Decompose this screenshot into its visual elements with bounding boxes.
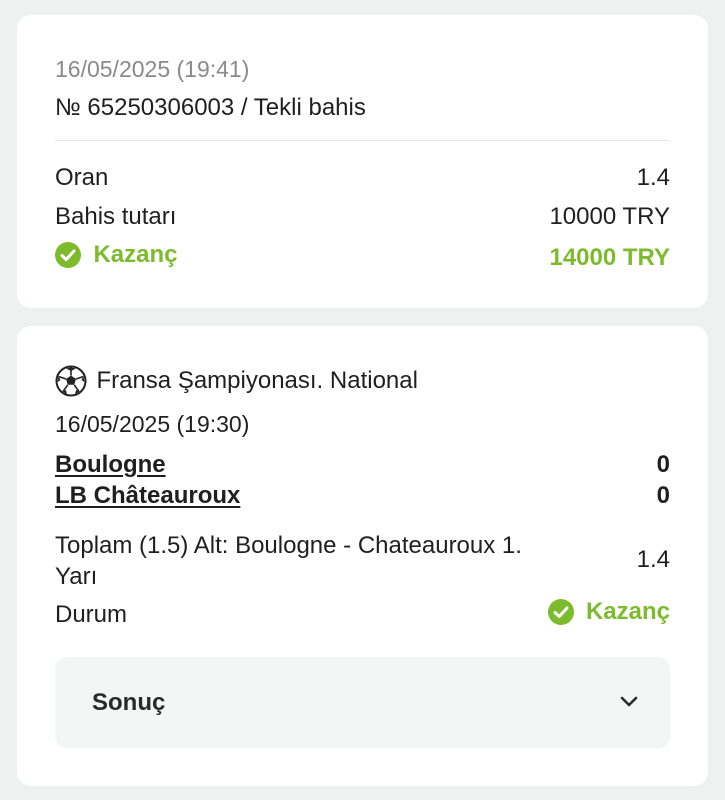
status-label: Durum	[55, 601, 128, 628]
win-label: Kazanç	[93, 241, 178, 268]
away-score: 0	[656, 482, 670, 509]
market-line-1: Toplam (1.5) Alt: Boulogne - Chateauroux…	[55, 532, 522, 559]
divider	[55, 140, 670, 141]
status-value: Kazanç	[585, 598, 670, 625]
away-team[interactable]: LB Châteauroux	[55, 482, 240, 510]
chevron-down-icon[interactable]	[618, 691, 640, 713]
league-name: Fransa Şampiyonası. National	[96, 367, 418, 394]
bet-summary-card: 16/05/2025 (19:41) № 65250306003 / Tekli…	[17, 15, 708, 308]
status-value-row: Kazanç	[547, 598, 670, 626]
bet-datetime: 16/05/2025 (19:41)	[55, 56, 250, 82]
home-team[interactable]: Boulogne	[55, 451, 166, 479]
check-circle-icon	[547, 599, 574, 625]
bet-ticket-number: № 65250306003 / Tekli bahis	[55, 94, 366, 121]
home-score: 0	[656, 451, 670, 478]
odds-value: 1.4	[636, 164, 670, 191]
result-dropdown[interactable]: Sonuç	[55, 657, 670, 748]
check-circle-icon	[55, 242, 81, 268]
result-label: Sonuç	[92, 689, 166, 716]
odds-label: Oran	[55, 164, 109, 191]
event-datetime: 16/05/2025 (19:30)	[55, 411, 250, 437]
league-row: Fransa Şampiyonası. National	[55, 365, 418, 397]
market-odds: 1.4	[636, 546, 670, 573]
stake-label: Bahis tutarı	[55, 203, 177, 230]
win-value: 14000 TRY	[549, 244, 670, 271]
event-card: Fransa Şampiyonası. National 16/05/2025 …	[17, 326, 708, 786]
market-line-2: Yarı	[55, 563, 98, 590]
win-row: Kazanç	[55, 241, 178, 269]
soccer-ball-icon	[55, 365, 87, 397]
stake-value: 10000 TRY	[549, 203, 670, 230]
